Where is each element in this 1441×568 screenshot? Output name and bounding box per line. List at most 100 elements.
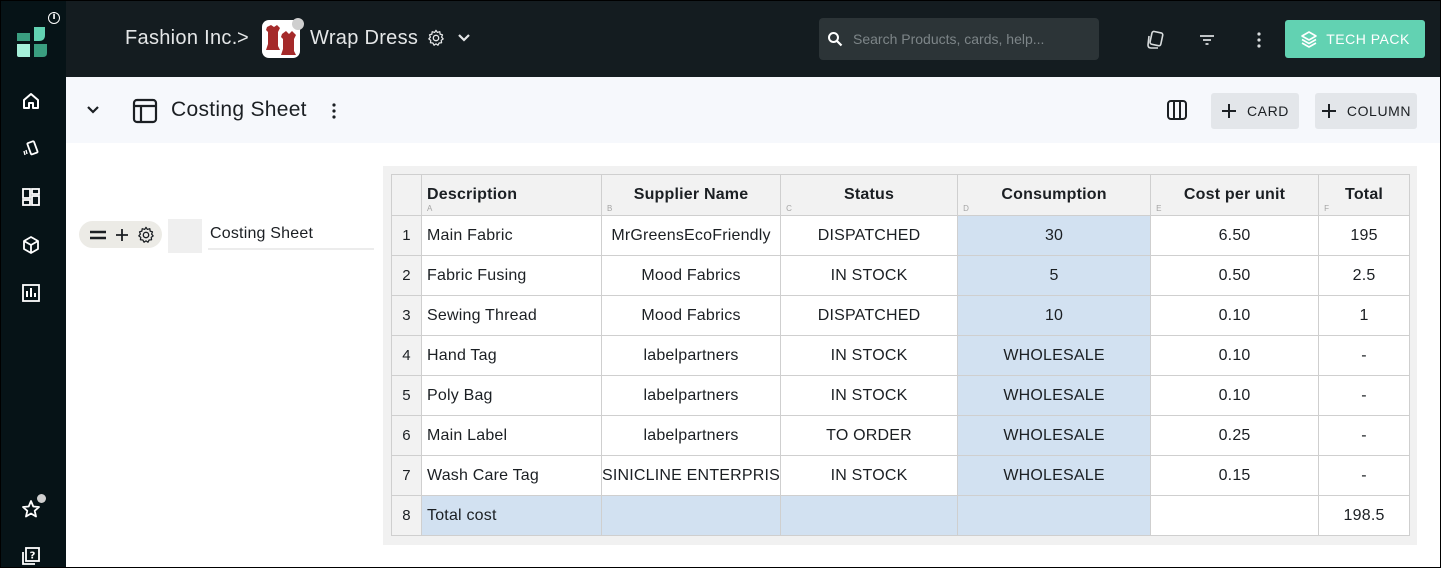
breadcrumb-org[interactable]: Fashion Inc.	[125, 27, 238, 50]
cards-icon[interactable]	[20, 138, 42, 160]
cell-supplier[interactable]: SINICLINE ENTERPRIS	[600, 455, 782, 496]
cell-supplier[interactable]: Mood Fabrics	[600, 295, 782, 336]
tech-pack-button[interactable]: TECH PACK	[1285, 20, 1425, 58]
card-color-swatch[interactable]	[168, 219, 202, 253]
cell-status[interactable]: IN STOCK	[780, 455, 959, 496]
columns-icon[interactable]	[1166, 99, 1188, 121]
gear-icon[interactable]	[427, 29, 445, 47]
cell-total[interactable]: -	[1318, 455, 1411, 496]
cell-description[interactable]: Wash Care Tag	[421, 455, 602, 496]
column-header-status[interactable]: Status C	[780, 174, 959, 216]
cell-cost[interactable]: 6.50	[1150, 215, 1320, 256]
cell-supplier[interactable]: Mood Fabrics	[600, 255, 782, 296]
cell-total[interactable]: 1	[1318, 295, 1411, 336]
thumbnail-status-dot	[292, 18, 304, 30]
collapse-chevron-icon[interactable]	[85, 102, 101, 118]
product-name[interactable]: Wrap Dress	[310, 27, 418, 50]
cell-total[interactable]: 2.5	[1318, 255, 1411, 296]
cell-description[interactable]: Poly Bag	[421, 375, 602, 416]
corner-cell	[391, 174, 422, 216]
row-number[interactable]: 6	[391, 415, 422, 456]
cell-total[interactable]: -	[1318, 375, 1411, 416]
table-body: 1 Main Fabric MrGreensEcoFriendly DISPATCHE…	[391, 215, 1411, 536]
cell-status[interactable]: IN STOCK	[780, 375, 959, 416]
column-letter: A	[427, 204, 433, 213]
card-settings-icon[interactable]	[137, 226, 155, 244]
cell-cost[interactable]: 0.10	[1150, 295, 1320, 336]
cell-supplier[interactable]	[600, 495, 782, 536]
row-number[interactable]: 7	[391, 455, 422, 496]
cell-supplier[interactable]: labelpartners	[600, 375, 782, 416]
cell-description[interactable]: Main Label	[421, 415, 602, 456]
cell-consumption[interactable]: WHOLESALE	[957, 375, 1152, 416]
column-header-consumption[interactable]: Consumption D	[957, 174, 1152, 216]
cell-description[interactable]: Hand Tag	[421, 335, 602, 376]
cell-supplier[interactable]: labelpartners	[600, 335, 782, 376]
cell-status[interactable]: IN STOCK	[780, 335, 959, 376]
row-number[interactable]: 8	[391, 495, 422, 536]
app-logo[interactable]	[15, 25, 49, 59]
cell-description[interactable]: Fabric Fusing	[421, 255, 602, 296]
card-name-field[interactable]: Costing Sheet	[208, 219, 374, 250]
cell-cost[interactable]	[1150, 495, 1320, 536]
column-header-supplier[interactable]: Supplier Name B	[600, 174, 782, 216]
cell-cost[interactable]: 0.10	[1150, 375, 1320, 416]
dashboard-icon[interactable]	[20, 186, 42, 208]
tech-pack-label: TECH PACK	[1326, 31, 1410, 47]
cell-supplier[interactable]: MrGreensEcoFriendly	[600, 215, 782, 256]
cell-cost[interactable]: 0.15	[1150, 455, 1320, 496]
cell-status[interactable]: DISPATCHED	[780, 295, 959, 336]
cell-total[interactable]: -	[1318, 335, 1411, 376]
cell-consumption[interactable]	[957, 495, 1152, 536]
table-row: 8 Total cost 198.5	[391, 495, 1411, 536]
help-icon[interactable]: ?	[20, 545, 42, 567]
row-number[interactable]: 2	[391, 255, 422, 296]
bar-chart-icon[interactable]	[20, 282, 42, 304]
cell-total[interactable]: 198.5	[1318, 495, 1411, 536]
add-card-button[interactable]: CARD	[1211, 93, 1299, 129]
left-rail: i ?	[1, 1, 66, 567]
column-header-total[interactable]: Total F	[1318, 174, 1411, 216]
column-header-cost[interactable]: Cost per unit E	[1150, 174, 1320, 216]
cell-status[interactable]	[780, 495, 959, 536]
app-window: i ? Fashion Inc. > Wrap Dress Search Pro…	[0, 0, 1441, 568]
table-row: 7 Wash Care Tag SINICLINE ENTERPRIS IN STOC…	[391, 455, 1411, 496]
cell-description[interactable]: Sewing Thread	[421, 295, 602, 336]
column-header-description[interactable]: Description A	[421, 174, 602, 216]
cell-description[interactable]: Main Fabric	[421, 215, 602, 256]
cell-description[interactable]: Total cost	[421, 495, 602, 536]
cell-consumption[interactable]: 5	[957, 255, 1152, 296]
home-icon[interactable]	[20, 90, 42, 112]
search-box[interactable]	[819, 18, 1099, 60]
cell-consumption[interactable]: WHOLESALE	[957, 455, 1152, 496]
row-number[interactable]: 1	[391, 215, 422, 256]
row-number[interactable]: 4	[391, 335, 422, 376]
row-number[interactable]: 3	[391, 295, 422, 336]
cell-status[interactable]: DISPATCHED	[780, 215, 959, 256]
cell-cost[interactable]: 0.50	[1150, 255, 1320, 296]
cell-total[interactable]: 195	[1318, 215, 1411, 256]
chevron-down-icon[interactable]	[457, 31, 471, 45]
cell-cost[interactable]: 0.25	[1150, 415, 1320, 456]
add-icon[interactable]	[113, 226, 131, 244]
sheet-more-icon[interactable]	[328, 101, 340, 121]
row-number[interactable]: 5	[391, 375, 422, 416]
box-icon[interactable]	[20, 234, 42, 256]
column-letter: B	[607, 204, 613, 213]
copy-icon[interactable]	[1144, 29, 1166, 51]
drag-handle-icon[interactable]	[89, 226, 107, 244]
more-vertical-icon[interactable]	[1248, 29, 1270, 51]
cell-supplier[interactable]: labelpartners	[600, 415, 782, 456]
cell-status[interactable]: TO ORDER	[780, 415, 959, 456]
cell-cost[interactable]: 0.10	[1150, 335, 1320, 376]
cell-consumption[interactable]: WHOLESALE	[957, 335, 1152, 376]
cell-status[interactable]: IN STOCK	[780, 255, 959, 296]
info-icon[interactable]: i	[48, 12, 60, 24]
filter-icon[interactable]	[1196, 29, 1218, 51]
cell-total[interactable]: -	[1318, 415, 1411, 456]
add-column-button[interactable]: COLUMN	[1315, 93, 1417, 129]
cell-consumption[interactable]: 10	[957, 295, 1152, 336]
cell-consumption[interactable]: 30	[957, 215, 1152, 256]
cell-consumption[interactable]: WHOLESALE	[957, 415, 1152, 456]
search-input[interactable]	[853, 31, 1093, 47]
